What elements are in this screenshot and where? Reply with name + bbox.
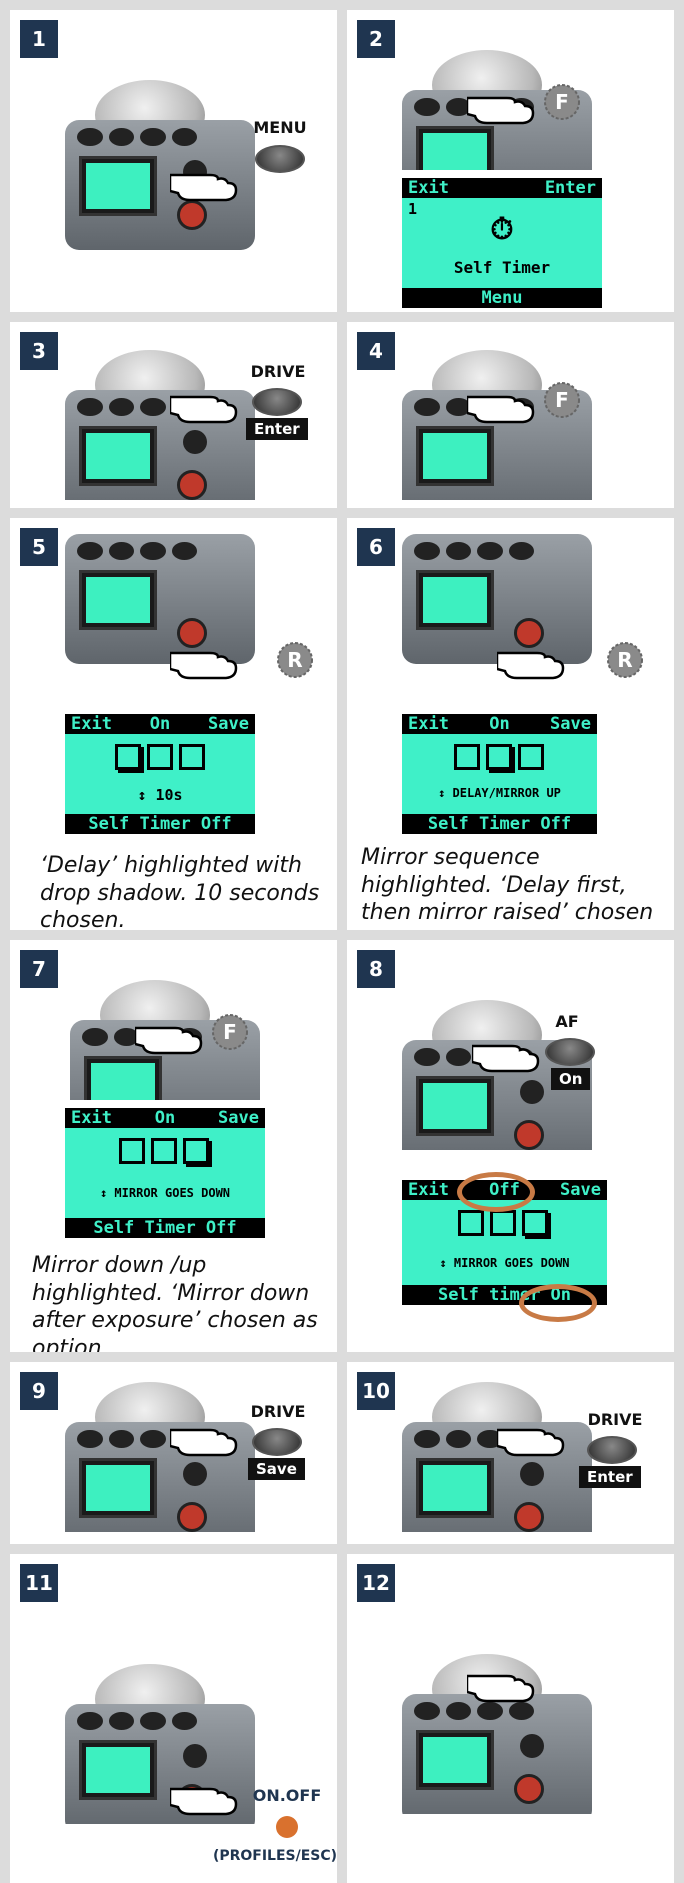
lcd-screen: Exit On Save ↕ DELAY/MIRROR UP Self Timer … bbox=[402, 714, 597, 834]
step-number: 11 bbox=[20, 1564, 58, 1602]
step-number: 1 bbox=[20, 20, 58, 58]
drive-label: DRIVE bbox=[250, 362, 306, 381]
step-number: 6 bbox=[357, 528, 395, 566]
rear-dial-icon[interactable]: R bbox=[605, 640, 645, 680]
lcd-screen: Exit On Save ↕ 10s Self Timer Off bbox=[65, 714, 255, 834]
front-dial-icon[interactable]: F bbox=[542, 380, 582, 420]
front-dial-icon[interactable]: F bbox=[210, 1012, 250, 1052]
hand-icon bbox=[495, 1420, 567, 1458]
lcd-screen: Exit Enter 1 ⏱ Self Timer Menu bbox=[402, 178, 602, 308]
profiles-esc-label: (PROFILES/ESC) bbox=[212, 1848, 338, 1864]
hand-icon bbox=[133, 1018, 205, 1056]
panel-7: 7 F Exit On Save ↕ MIRROR GOES DOWN Self T… bbox=[0, 930, 342, 1362]
lcd-screen: Exit On Save ↕ MIRROR GOES DOWN Self Timer… bbox=[65, 1108, 265, 1238]
drive-label: DRIVE bbox=[587, 1410, 643, 1429]
drive-label: DRIVE bbox=[250, 1402, 306, 1421]
highlight-ring bbox=[519, 1284, 597, 1322]
svg-text:F: F bbox=[223, 1020, 237, 1044]
hand-icon bbox=[465, 387, 537, 425]
hand-icon bbox=[495, 643, 567, 681]
timer-icon: ⏱ bbox=[490, 212, 514, 247]
hand-icon bbox=[470, 1036, 542, 1074]
caption: ‘Delay’ highlighted with drop shadow. 10… bbox=[40, 853, 320, 933]
onoff-label: ON.OFF bbox=[252, 1786, 322, 1805]
caption: Mirror down /up highlighted. ‘Mirror dow… bbox=[32, 1253, 318, 1361]
panel-9: 9 DRIVE Save bbox=[0, 1352, 342, 1554]
step-number: 10 bbox=[357, 1372, 395, 1410]
enter-tag: Enter bbox=[246, 418, 308, 440]
hand-icon bbox=[168, 1420, 240, 1458]
af-button[interactable] bbox=[545, 1038, 595, 1066]
step-number: 8 bbox=[357, 950, 395, 988]
save-tag: Save bbox=[248, 1458, 305, 1480]
svg-text:R: R bbox=[287, 648, 302, 672]
step-number: 3 bbox=[20, 332, 58, 370]
highlight-ring bbox=[457, 1172, 535, 1212]
drive-button[interactable] bbox=[252, 1428, 302, 1456]
front-dial-icon[interactable]: F bbox=[542, 82, 582, 122]
svg-text:R: R bbox=[617, 648, 632, 672]
panel-5: 5 R Exit On Save ↕ 10s Self Timer Off ‘Del… bbox=[0, 508, 342, 940]
hand-icon bbox=[168, 165, 240, 203]
panel-3: 3 DRIVE Enter bbox=[0, 312, 342, 518]
onoff-button[interactable] bbox=[276, 1816, 298, 1838]
enter-tag: Enter bbox=[579, 1466, 641, 1488]
panel-8: 8 AF On Exit Off Save ↕ MIRROR GOES DOWN S… bbox=[342, 930, 684, 1362]
hand-icon bbox=[168, 387, 240, 425]
hand-icon bbox=[465, 88, 537, 126]
hand-icon bbox=[168, 1779, 240, 1817]
drive-button[interactable] bbox=[252, 388, 302, 416]
af-label: AF bbox=[555, 1012, 579, 1031]
svg-text:F: F bbox=[555, 90, 569, 114]
drive-button[interactable] bbox=[587, 1436, 637, 1464]
rear-dial-icon[interactable]: R bbox=[275, 640, 315, 680]
panel-2: 2 F Exit Enter 1 ⏱ Self Timer Menu bbox=[342, 0, 684, 322]
instruction-grid: 1 MENU 2 F Exit Enter 1 ⏱ Self Timer Men… bbox=[0, 0, 684, 1883]
step-number: 2 bbox=[357, 20, 395, 58]
panel-4: 4 F bbox=[342, 312, 684, 518]
panel-12: 12 bbox=[342, 1544, 684, 1883]
panel-6: 6 R Exit On Save ↕ DELAY/MIRROR UP Self Ti… bbox=[342, 508, 684, 953]
svg-text:F: F bbox=[555, 388, 569, 412]
on-tag: On bbox=[551, 1068, 591, 1090]
step-number: 9 bbox=[20, 1372, 58, 1410]
step-number: 7 bbox=[20, 950, 58, 988]
panel-10: 10 DRIVE Enter bbox=[342, 1352, 684, 1554]
panel-11: 11 ON.OFF (PROFILES/ESC) bbox=[0, 1544, 342, 1883]
hand-icon bbox=[168, 643, 240, 681]
menu-button[interactable] bbox=[255, 145, 305, 173]
step-number: 12 bbox=[357, 1564, 395, 1602]
step-number: 5 bbox=[20, 528, 58, 566]
menu-label: MENU bbox=[253, 118, 307, 137]
panel-1: 1 MENU bbox=[0, 0, 342, 322]
step-number: 4 bbox=[357, 332, 395, 370]
hand-icon bbox=[465, 1666, 537, 1704]
